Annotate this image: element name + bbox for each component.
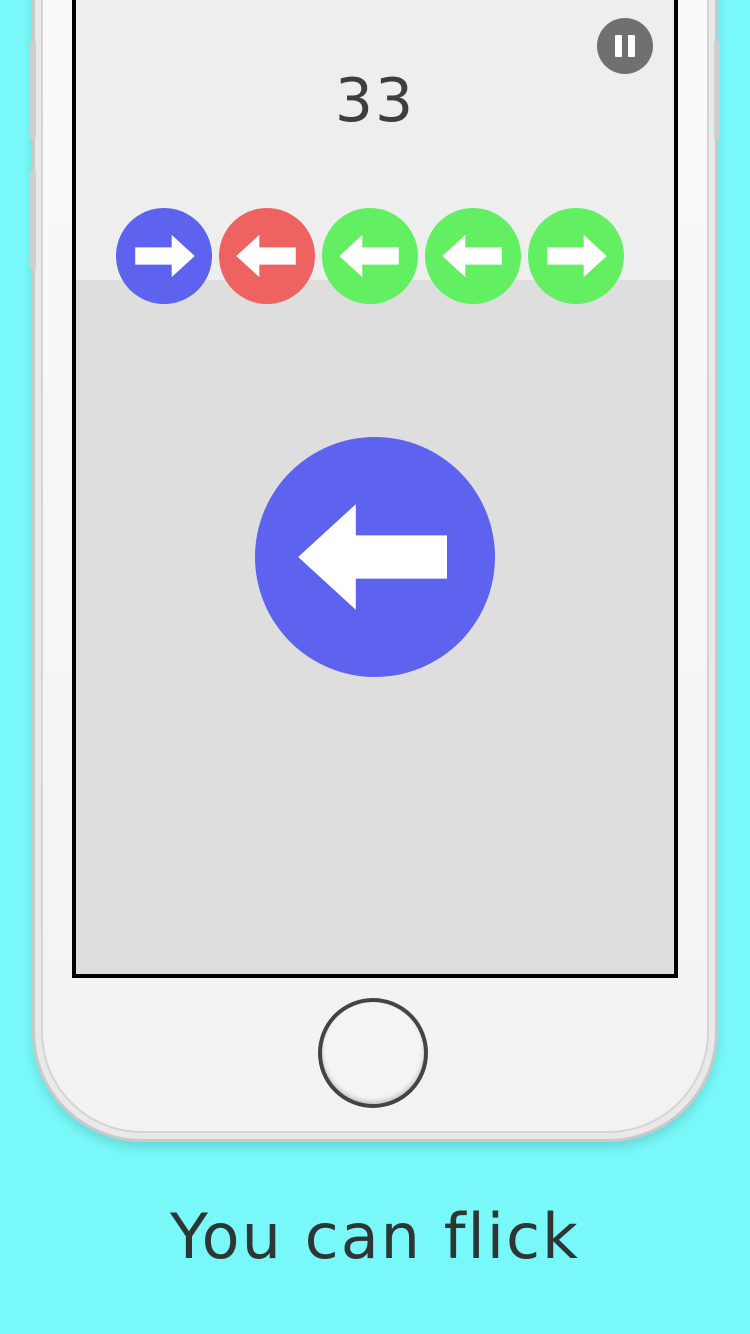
arrow-left-icon xyxy=(442,234,502,278)
arrow-right-icon xyxy=(547,234,607,278)
queue-arrow-3 xyxy=(322,208,418,304)
phone-side-button xyxy=(30,40,36,140)
arrow-left-icon xyxy=(442,234,502,278)
caption: You can flick xyxy=(170,1200,580,1273)
queue-arrow-4 xyxy=(425,208,521,304)
queue-arrow-5 xyxy=(528,208,624,304)
queue-arrow-1 xyxy=(116,208,212,304)
phone-side-button xyxy=(714,40,720,140)
arrow-left-icon xyxy=(236,234,296,278)
arrow-left-icon xyxy=(339,234,399,278)
home-button[interactable] xyxy=(318,998,428,1108)
pause-icon xyxy=(628,35,635,57)
arrow-right-icon xyxy=(547,234,607,278)
arrow-left-icon xyxy=(236,234,296,278)
arrow-left-icon xyxy=(298,504,447,610)
arrow-left-icon xyxy=(339,234,399,278)
game-area[interactable]: 33 xyxy=(76,0,674,974)
pause-icon xyxy=(615,35,622,57)
current-arrow-target[interactable] xyxy=(255,437,495,677)
arrow-queue xyxy=(116,208,624,304)
arrow-right-icon xyxy=(135,234,195,278)
game-screen: 33 xyxy=(72,0,678,978)
queue-arrow-2 xyxy=(219,208,315,304)
score: 33 xyxy=(334,66,416,136)
arrow-right-icon xyxy=(135,234,195,278)
arrow-left-icon xyxy=(298,504,447,610)
phone-side-button xyxy=(30,170,36,270)
